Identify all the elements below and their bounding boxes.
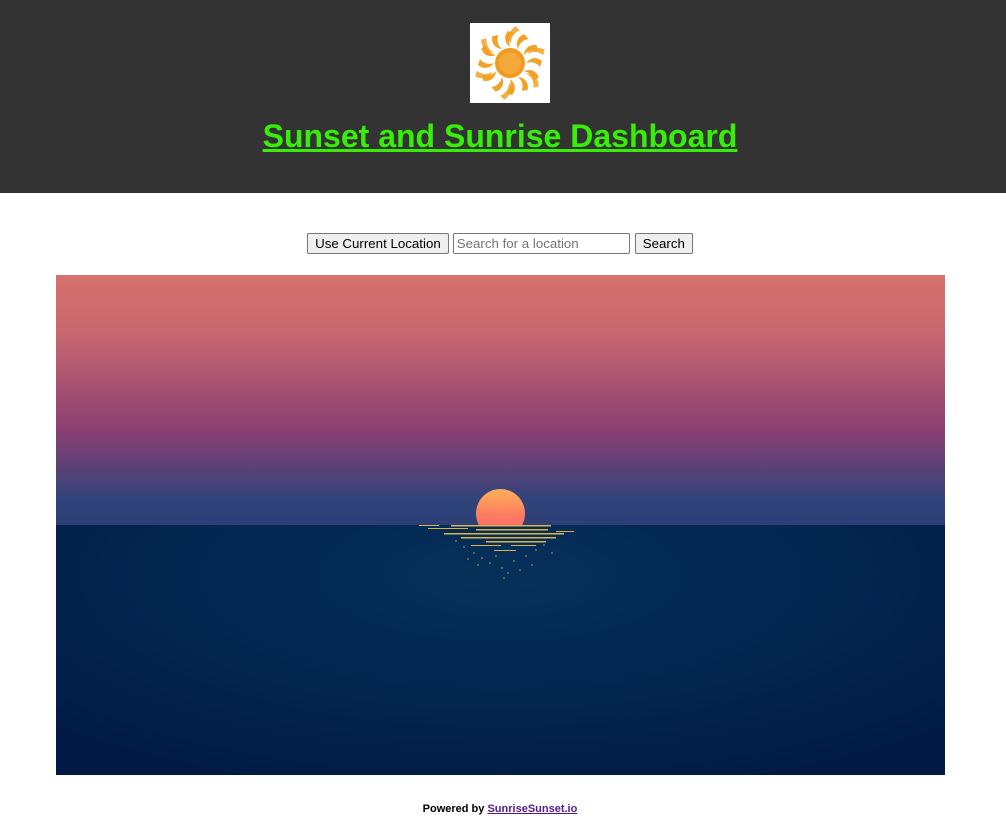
sunrisesunset-link[interactable]: SunriseSunset.io <box>487 803 577 815</box>
sky <box>56 275 945 525</box>
powered-by-text: Powered by <box>422 803 485 815</box>
search-button[interactable]: Search <box>634 233 693 254</box>
sunset-illustration <box>56 275 945 775</box>
title-link[interactable]: Sunset and Sunrise Dashboard <box>263 118 738 154</box>
sun-reflection <box>419 525 574 579</box>
footer: Powered by SunriseSunset.io <box>0 803 1000 815</box>
header: Sunset and Sunrise Dashboard <box>0 0 1006 193</box>
sun-logo-icon <box>470 23 550 103</box>
location-controls: Use Current Location Search <box>0 233 1000 254</box>
page-title: Sunset and Sunrise Dashboard <box>0 114 1000 158</box>
location-search-input[interactable] <box>452 233 630 254</box>
use-current-location-button[interactable]: Use Current Location <box>307 233 449 254</box>
